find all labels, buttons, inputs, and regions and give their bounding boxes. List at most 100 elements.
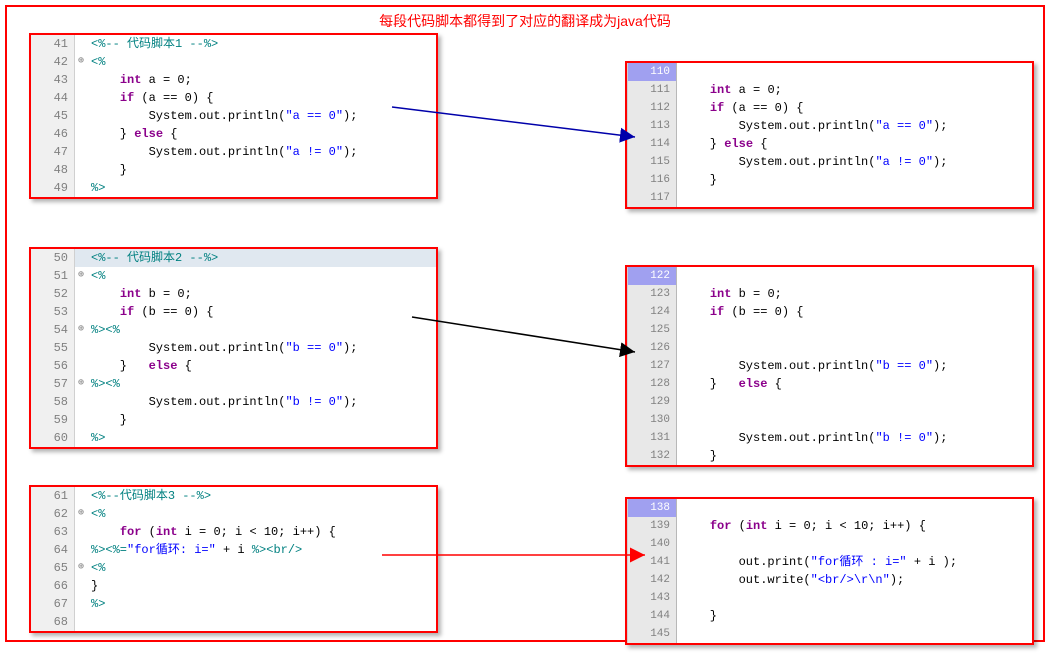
code-line: 127 System.out.println("b == 0"); (627, 357, 1032, 375)
code-line: 111 int a = 0; (627, 81, 1032, 99)
fold-marker: ⊕ (75, 505, 87, 523)
code-content: System.out.println("b == 0"); (87, 339, 357, 357)
line-number-gutter: 126 (627, 339, 677, 357)
code-line: 116 } (627, 171, 1032, 189)
code-line: 51⊕<% (31, 267, 436, 285)
arrow-black-2 (407, 307, 647, 357)
line-number-gutter: 61 (31, 487, 75, 505)
line-number-gutter: 138 (627, 499, 677, 517)
fold-marker: ⊕ (75, 375, 87, 393)
code-content: <% (87, 505, 105, 523)
code-content: } else { (677, 375, 782, 393)
line-number-gutter: 48 (31, 161, 75, 179)
fold-marker: ⊕ (75, 321, 87, 339)
code-content: System.out.println("b != 0"); (87, 393, 357, 411)
code-line: 57⊕%><% (31, 375, 436, 393)
line-number-gutter: 128 (627, 375, 677, 393)
line-number-gutter: 45 (31, 107, 75, 125)
code-box-script3-right: 138139 for (int i = 0; i < 10; i++) {140… (625, 497, 1034, 645)
code-content: System.out.println("a == 0"); (87, 107, 357, 125)
code-content: } (87, 411, 127, 429)
code-line: 122 (627, 267, 1032, 285)
code-line: 123 int b = 0; (627, 285, 1032, 303)
code-line: 130 (627, 411, 1032, 429)
line-number-gutter: 67 (31, 595, 75, 613)
code-line: 112 if (a == 0) { (627, 99, 1032, 117)
line-number-gutter: 145 (627, 625, 677, 643)
line-number-gutter: 53 (31, 303, 75, 321)
line-number-gutter: 115 (627, 153, 677, 171)
code-content: %> (87, 429, 105, 447)
line-number-gutter: 44 (31, 89, 75, 107)
line-number-gutter: 122 (627, 267, 677, 285)
fold-marker: ⊕ (75, 559, 87, 577)
line-number-gutter: 124 (627, 303, 677, 321)
code-content: } else { (87, 357, 192, 375)
line-number-gutter: 66 (31, 577, 75, 595)
code-content: } (677, 447, 717, 465)
code-line: 113 System.out.println("a == 0"); (627, 117, 1032, 135)
code-content: System.out.println("a != 0"); (87, 143, 357, 161)
code-content: } else { (87, 125, 177, 143)
line-number-gutter: 64 (31, 541, 75, 559)
code-content: int a = 0; (677, 81, 782, 99)
line-number-gutter: 144 (627, 607, 677, 625)
code-line: 117 (627, 189, 1032, 207)
code-box-script3-left: 61 <%--代码脚本3 --%>62⊕<%63 for (int i = 0; … (29, 485, 438, 633)
code-line: 128 } else { (627, 375, 1032, 393)
code-line: 59 } (31, 411, 436, 429)
code-content: <%--代码脚本3 --%> (87, 487, 211, 505)
code-content: if (a == 0) { (677, 99, 803, 117)
code-content: %> (87, 595, 105, 613)
code-line: 62⊕<% (31, 505, 436, 523)
code-content: %> (87, 179, 105, 197)
code-line: 129 (627, 393, 1032, 411)
line-number-gutter: 142 (627, 571, 677, 589)
code-content: System.out.println("b == 0"); (677, 357, 947, 375)
code-content: System.out.println("a == 0"); (677, 117, 947, 135)
code-line: 110 (627, 63, 1032, 81)
line-number-gutter: 49 (31, 179, 75, 197)
code-line: 126 (627, 339, 1032, 357)
code-content: int b = 0; (677, 285, 782, 303)
code-content: <% (87, 267, 105, 285)
code-content: out.write("<br/>\r\n"); (677, 571, 904, 589)
code-content: for (int i = 0; i < 10; i++) { (87, 523, 336, 541)
line-number-gutter: 54 (31, 321, 75, 339)
line-number-gutter: 51 (31, 267, 75, 285)
code-line: 132 } (627, 447, 1032, 465)
code-line: 47 System.out.println("a != 0"); (31, 143, 436, 161)
code-content: } else { (677, 135, 767, 153)
code-line: 115 System.out.println("a != 0"); (627, 153, 1032, 171)
code-line: 64%><%="for循环: i=" + i %><br/> (31, 541, 436, 559)
fold-marker: ⊕ (75, 267, 87, 285)
line-number-gutter: 60 (31, 429, 75, 447)
line-number-gutter: 59 (31, 411, 75, 429)
line-number-gutter: 117 (627, 189, 677, 207)
line-number-gutter: 131 (627, 429, 677, 447)
code-line: 144 } (627, 607, 1032, 625)
code-line: 52 int b = 0; (31, 285, 436, 303)
code-line: 43 int a = 0; (31, 71, 436, 89)
code-line: 142 out.write("<br/>\r\n"); (627, 571, 1032, 589)
code-line: 63 for (int i = 0; i < 10; i++) { (31, 523, 436, 541)
line-number-gutter: 130 (627, 411, 677, 429)
code-box-script2-left: 50<%-- 代码脚本2 --%>51⊕<%52 int b = 0;53 if… (29, 247, 438, 449)
code-content: out.print("for循环 : i=" + i ); (677, 553, 957, 571)
code-content: <% (87, 559, 105, 577)
line-number-gutter: 132 (627, 447, 677, 465)
code-content: <% (87, 53, 105, 71)
fold-marker: ⊕ (75, 53, 87, 71)
line-number-gutter: 56 (31, 357, 75, 375)
line-number-gutter: 42 (31, 53, 75, 71)
line-number-gutter: 110 (627, 63, 677, 81)
code-content: if (b == 0) { (87, 303, 213, 321)
outer-container: 每段代码脚本都得到了对应的翻译成为java代码 41<%-- 代码脚本1 --%… (5, 5, 1045, 642)
line-number-gutter: 63 (31, 523, 75, 541)
code-line: 55 System.out.println("b == 0"); (31, 339, 436, 357)
code-box-script1-left: 41<%-- 代码脚本1 --%>42⊕<%43 int a = 0;44 if… (29, 33, 438, 199)
code-line: 124 if (b == 0) { (627, 303, 1032, 321)
line-number-gutter: 139 (627, 517, 677, 535)
line-number-gutter: 111 (627, 81, 677, 99)
line-number-gutter: 41 (31, 35, 75, 53)
